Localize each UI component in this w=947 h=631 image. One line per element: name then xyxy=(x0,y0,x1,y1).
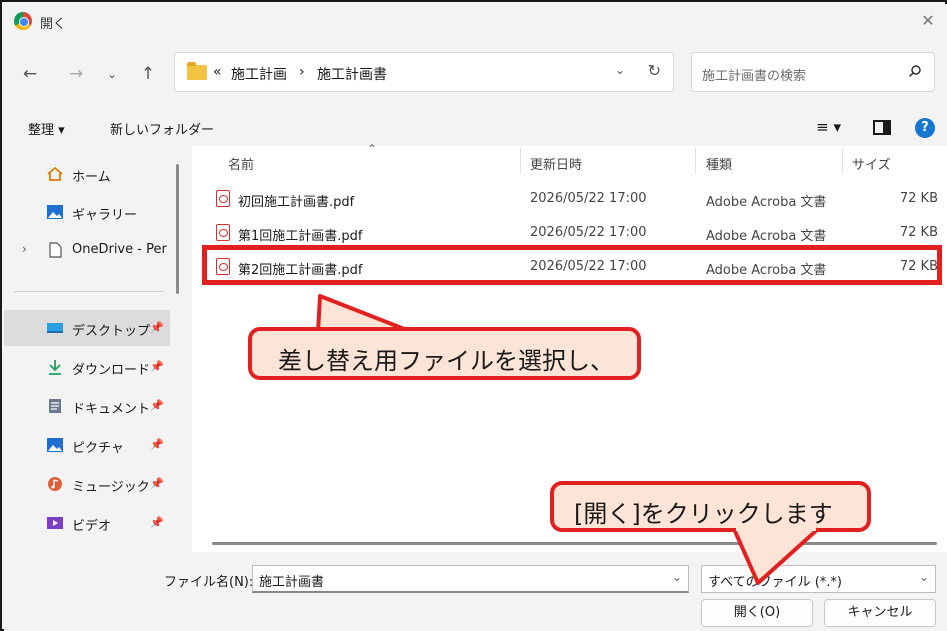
forward-arrow-icon[interactable]: → xyxy=(64,62,88,86)
command-bar: 整理 ▾ 新しいフォルダー ≡ ▾ ? xyxy=(4,110,947,146)
file-row[interactable]: 第1回施工計画書.pdf 2026/05/22 17:00 Adobe Acro… xyxy=(206,218,938,248)
documents-icon xyxy=(49,399,61,413)
sidebar-item-downloads[interactable]: ダウンロード 📌 xyxy=(4,349,170,385)
sidebar-item-music[interactable]: ミュージック 📌 xyxy=(4,466,170,502)
file-row[interactable]: 初回施工計画書.pdf 2026/05/22 17:00 Adobe Acrob… xyxy=(206,184,938,214)
sidebar-item-home[interactable]: ホーム xyxy=(4,156,170,192)
horizontal-scrollbar[interactable] xyxy=(212,542,937,545)
desktop-icon xyxy=(47,323,63,333)
sidebar-item-label: ドキュメント xyxy=(72,402,151,417)
search-box[interactable]: 施工計画書の検索 xyxy=(691,52,935,92)
column-header-name[interactable]: 名前 xyxy=(228,154,254,173)
back-arrow-icon[interactable]: ← xyxy=(18,62,42,86)
callout-pointer xyxy=(732,527,820,585)
column-divider[interactable] xyxy=(520,148,521,174)
pin-icon: 📌 xyxy=(150,516,164,529)
gallery-icon xyxy=(47,205,63,219)
filename-value: 施工計画書 xyxy=(259,575,325,590)
new-folder-button[interactable]: 新しいフォルダー xyxy=(110,119,214,138)
filename-label: ファイル名(N): xyxy=(164,575,254,590)
file-size: 72 KB xyxy=(899,191,938,206)
window-title: 開く xyxy=(40,17,67,32)
pdf-icon xyxy=(216,190,230,207)
pin-icon: 📌 xyxy=(150,438,164,451)
column-divider[interactable] xyxy=(842,148,843,174)
pin-icon: 📌 xyxy=(150,321,164,334)
sidebar-item-documents[interactable]: ドキュメント 📌 xyxy=(4,388,170,424)
breadcrumb-separator: › xyxy=(299,64,305,80)
address-dropdown-icon[interactable]: ⌄ xyxy=(615,63,625,77)
pin-icon: 📌 xyxy=(150,360,164,373)
cancel-button[interactable]: キャンセル xyxy=(824,599,936,627)
column-header-size[interactable]: サイズ xyxy=(852,154,891,173)
sidebar-item-label: ミュージック xyxy=(72,480,150,495)
file-date: 2026/05/22 17:00 xyxy=(530,191,647,206)
search-placeholder: 施工計画書の検索 xyxy=(702,69,807,84)
sidebar-item-label: ダウンロード xyxy=(72,363,151,378)
preview-pane-icon[interactable] xyxy=(873,120,891,135)
navigation-bar: ← → ⌄ ↑ « 施工計画 › 施工計画書 ⌄ ↻ 施工計画書の検索 xyxy=(4,38,947,110)
title-bar: 開く ✕ xyxy=(4,4,947,38)
sidebar-item-onedrive[interactable]: › OneDrive - Per xyxy=(4,232,170,268)
download-icon xyxy=(49,360,61,375)
folder-icon xyxy=(187,62,207,80)
sidebar-divider xyxy=(14,291,164,292)
recent-locations-chevron-icon[interactable]: ⌄ xyxy=(100,62,124,86)
sidebar-item-label: ギャラリー xyxy=(72,208,138,223)
sidebar-item-label: ピクチャ xyxy=(72,441,124,456)
pin-icon: 📌 xyxy=(150,399,164,412)
file-type: Adobe Acroba 文書 xyxy=(706,195,827,210)
sidebar-item-videos[interactable]: ビデオ 📌 xyxy=(4,505,170,541)
close-icon[interactable]: ✕ xyxy=(917,10,939,32)
sidebar-scrollbar[interactable] xyxy=(176,164,179,294)
file-name: 第1回施工計画書.pdf xyxy=(238,229,363,244)
navigation-pane: ホーム ギャラリー › OneDrive - Per デスクトップ 📌 ダウンロ… xyxy=(4,146,190,552)
sidebar-item-label: デスクトップ xyxy=(72,324,151,339)
file-name: 初回施工計画書.pdf xyxy=(238,195,355,210)
help-icon[interactable]: ? xyxy=(915,118,935,138)
search-icon[interactable] xyxy=(908,64,922,78)
sidebar-item-gallery[interactable]: ギャラリー xyxy=(4,194,170,230)
filename-input[interactable]: 施工計画書 ⌄ xyxy=(252,565,689,593)
pin-icon: 📌 xyxy=(150,477,164,490)
column-header-type[interactable]: 種類 xyxy=(706,154,732,173)
breadcrumb-item-sekou-keikaku[interactable]: 施工計画 xyxy=(231,64,287,84)
instruction-callout-select: 差し替え用ファイルを選択し、 xyxy=(248,327,641,380)
sidebar-item-label: OneDrive - Per xyxy=(72,242,167,257)
selected-file-highlight xyxy=(202,245,942,285)
sort-ascending-icon: ⌃ xyxy=(367,142,378,156)
up-arrow-icon[interactable]: ↑ xyxy=(136,62,160,86)
breadcrumb-item-sekou-keikakusho[interactable]: 施工計画書 xyxy=(317,64,387,84)
video-icon xyxy=(47,517,63,529)
sidebar-item-label: ビデオ xyxy=(72,519,112,534)
view-options-icon[interactable]: ≡ ▾ xyxy=(816,118,841,136)
chrome-icon xyxy=(14,12,32,30)
pdf-icon xyxy=(216,224,230,241)
chevron-down-icon[interactable]: ⌄ xyxy=(672,570,682,584)
document-icon xyxy=(49,242,62,258)
sidebar-item-label: ホーム xyxy=(72,170,111,185)
file-date: 2026/05/22 17:00 xyxy=(530,225,647,240)
file-type: Adobe Acroba 文書 xyxy=(706,229,827,244)
pictures-icon xyxy=(47,438,63,452)
instruction-callout-open: [開く]をクリックします xyxy=(550,481,871,532)
address-bar[interactable]: « 施工計画 › 施工計画書 ⌄ ↻ xyxy=(174,52,674,92)
column-divider[interactable] xyxy=(695,148,696,174)
chevron-right-icon[interactable]: › xyxy=(22,242,27,256)
open-button[interactable]: 開く(O) xyxy=(701,599,813,627)
chevron-down-icon[interactable]: ⌄ xyxy=(919,570,929,584)
sidebar-item-desktop[interactable]: デスクトップ 📌 xyxy=(4,310,170,346)
home-icon xyxy=(47,166,63,181)
sidebar-item-pictures[interactable]: ピクチャ 📌 xyxy=(4,427,170,463)
organize-button[interactable]: 整理 ▾ xyxy=(28,119,65,138)
breadcrumb-overflow[interactable]: « xyxy=(213,64,222,80)
refresh-icon[interactable]: ↻ xyxy=(648,61,661,80)
column-header-date[interactable]: 更新日時 xyxy=(530,154,582,173)
file-size: 72 KB xyxy=(899,225,938,240)
music-icon xyxy=(48,477,62,491)
